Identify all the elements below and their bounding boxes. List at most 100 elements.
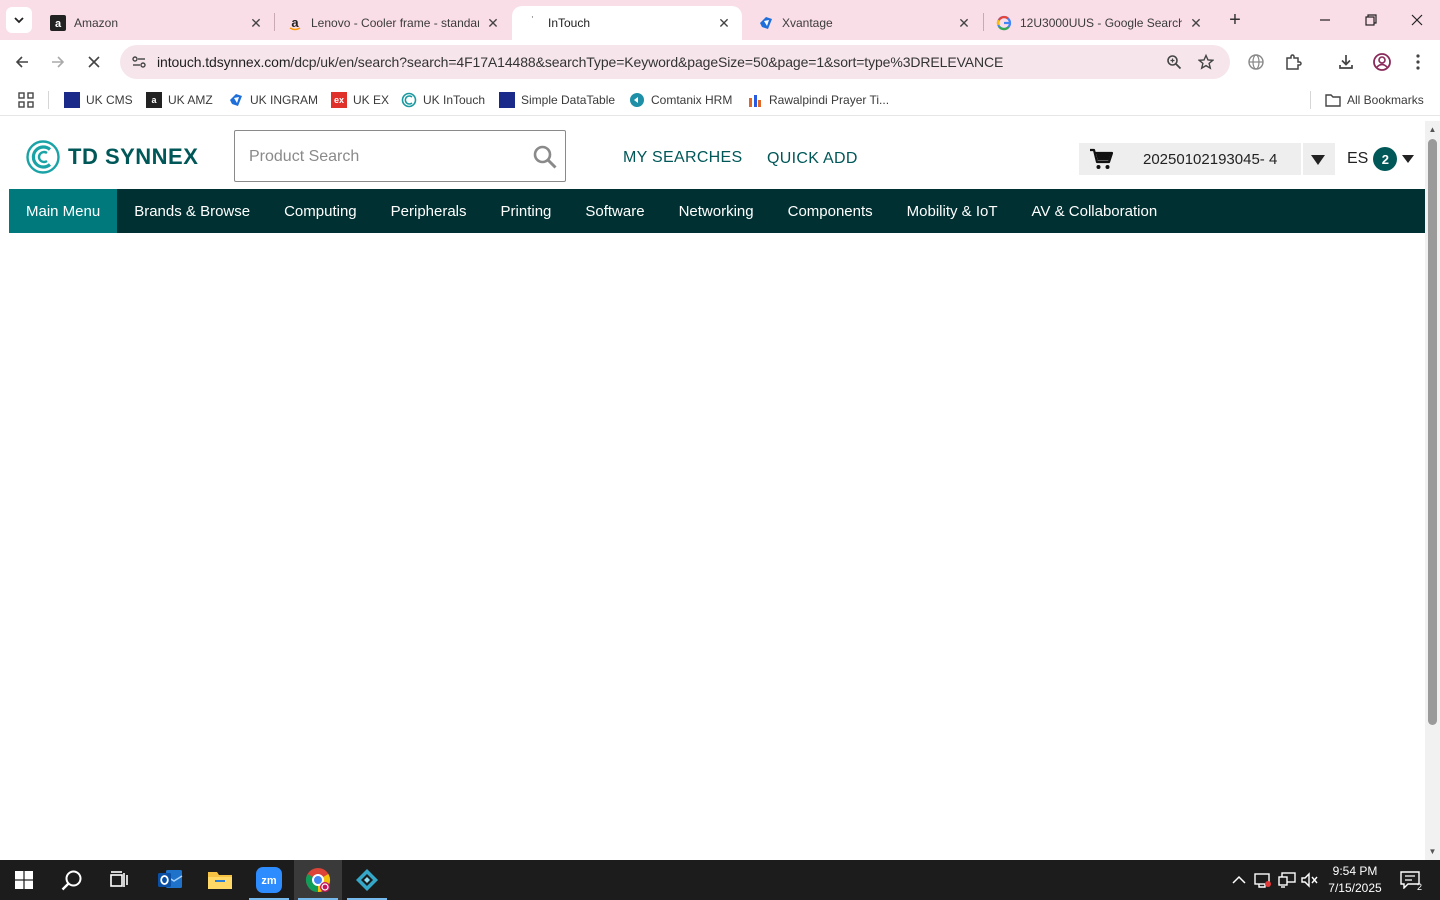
- bookmark-uk-ingram[interactable]: UK INGRAM: [228, 90, 318, 110]
- scrollbar-thumb[interactable]: [1428, 139, 1437, 725]
- google-icon: [996, 15, 1012, 31]
- close-icon[interactable]: ✕: [956, 15, 972, 31]
- chevron-up-icon[interactable]: [1229, 870, 1249, 890]
- nav-software[interactable]: Software: [568, 189, 661, 233]
- bookmark-label: Rawalpindi Prayer Ti...: [769, 93, 890, 107]
- search-button[interactable]: [531, 143, 559, 171]
- close-icon[interactable]: ✕: [485, 15, 501, 31]
- bookmark-uk-amz[interactable]: a UK AMZ: [146, 90, 213, 110]
- nav-av-collaboration[interactable]: AV & Collaboration: [1015, 189, 1175, 233]
- bookmark-rawalpindi-prayer[interactable]: Rawalpindi Prayer Ti...: [747, 90, 889, 110]
- bookmark-uk-intouch[interactable]: UK InTouch: [401, 90, 485, 110]
- close-window-button[interactable]: [1403, 6, 1431, 34]
- taskbar-outlook[interactable]: [146, 860, 194, 900]
- network-icon[interactable]: [1277, 870, 1297, 890]
- nav-peripherals[interactable]: Peripherals: [374, 189, 484, 233]
- quick-add-link[interactable]: QUICK ADD: [767, 150, 858, 168]
- scroll-down-arrow-icon[interactable]: ▼: [1428, 847, 1437, 856]
- nav-printing[interactable]: Printing: [484, 189, 569, 233]
- caret-down-icon[interactable]: [1309, 151, 1327, 169]
- task-view-button[interactable]: [96, 860, 144, 900]
- volume-muted-icon[interactable]: [1300, 870, 1320, 890]
- user-menu[interactable]: ES 2: [1347, 147, 1415, 171]
- close-icon[interactable]: ✕: [1188, 15, 1204, 31]
- nav-main-menu[interactable]: Main Menu: [9, 189, 118, 233]
- url-text: intouch.tdsynnex.com/dcp/uk/en/search?se…: [157, 54, 1003, 70]
- tab-google-search[interactable]: 12U3000UUS - Google Search ✕: [984, 6, 1214, 40]
- taskbar-chrome[interactable]: [294, 860, 342, 900]
- taskbar-file-explorer[interactable]: [196, 860, 244, 900]
- all-bookmarks-button[interactable]: All Bookmarks: [1325, 90, 1424, 110]
- main-navigation: Main Menu Brands & Browse Computing Peri…: [9, 189, 1425, 233]
- back-button[interactable]: [8, 48, 36, 76]
- nav-mobility-iot[interactable]: Mobility & IoT: [890, 189, 1015, 233]
- bookmark-uk-cms[interactable]: UK CMS: [64, 90, 133, 110]
- minimize-icon: [1320, 19, 1330, 21]
- cart-name: 20250102193045- 4: [1143, 151, 1278, 168]
- translate-icon[interactable]: [1244, 50, 1268, 74]
- user-initials: ES: [1347, 150, 1369, 167]
- close-icon: [1411, 14, 1423, 26]
- page-scrollbar[interactable]: ▲ ▼: [1425, 121, 1440, 860]
- nav-networking[interactable]: Networking: [662, 189, 771, 233]
- download-icon[interactable]: [1334, 50, 1358, 74]
- apps-grid-icon[interactable]: [16, 90, 36, 110]
- tab-intouch[interactable]: InTouch ✕: [512, 6, 742, 40]
- meeting-icon[interactable]: [1253, 870, 1273, 890]
- scroll-up-arrow-icon[interactable]: ▲: [1428, 125, 1437, 134]
- taskbar-app[interactable]: [343, 860, 391, 900]
- star-icon[interactable]: [1195, 51, 1217, 73]
- close-icon[interactable]: ✕: [716, 15, 732, 31]
- chrome-icon: [305, 868, 331, 892]
- zoom-icon[interactable]: [1163, 51, 1185, 73]
- menu-kebab-icon[interactable]: [1406, 50, 1430, 74]
- forward-button[interactable]: [44, 48, 72, 76]
- cart-divider: [1301, 143, 1303, 175]
- site-info-icon[interactable]: [128, 51, 150, 73]
- bookmark-simple-datatable[interactable]: Simple DataTable: [499, 90, 615, 110]
- search-icon: [533, 145, 557, 169]
- url-host: intouch.tdsynnex.com: [157, 54, 291, 70]
- cart-selector[interactable]: 20250102193045- 4: [1079, 143, 1335, 175]
- restore-button[interactable]: [1357, 6, 1385, 34]
- svg-text:a: a: [291, 15, 299, 30]
- tab-amazon[interactable]: a Amazon ✕: [38, 6, 274, 40]
- svg-text:zm: zm: [261, 875, 277, 887]
- loading-icon: [524, 15, 540, 31]
- start-button[interactable]: [0, 860, 48, 900]
- td-synnex-logo-icon: [26, 140, 60, 174]
- taskbar-zoom[interactable]: zm: [245, 860, 293, 900]
- notification-center-button[interactable]: 2: [1396, 868, 1424, 892]
- new-tab-button[interactable]: +: [1224, 9, 1246, 31]
- amazon-icon: a: [50, 15, 66, 31]
- bookmark-label: UK CMS: [86, 93, 133, 107]
- address-bar[interactable]: intouch.tdsynnex.com/dcp/uk/en/search?se…: [120, 45, 1230, 79]
- tab-title: Amazon: [74, 16, 119, 30]
- tab-xvantage[interactable]: Xvantage ✕: [746, 6, 982, 40]
- close-icon[interactable]: ✕: [248, 15, 264, 31]
- profile-icon[interactable]: [1370, 50, 1394, 74]
- bookmark-uk-ex[interactable]: ex UK EX: [331, 90, 389, 110]
- stop-loading-button[interactable]: [80, 48, 108, 76]
- minimize-button[interactable]: [1311, 6, 1339, 34]
- my-searches-link[interactable]: MY SEARCHES: [623, 149, 742, 167]
- extensions-icon[interactable]: [1281, 50, 1305, 74]
- zoom-app-icon: zm: [256, 867, 282, 893]
- tab-title: 12U3000UUS - Google Search: [1020, 16, 1182, 30]
- taskbar-search-button[interactable]: [48, 860, 96, 900]
- nav-brands-browse[interactable]: Brands & Browse: [117, 189, 267, 233]
- tab-search-button[interactable]: [6, 7, 32, 33]
- tab-lenovo[interactable]: a Lenovo - Cooler frame - standard ✕: [275, 6, 511, 40]
- bookmark-favicon-icon: [64, 92, 80, 108]
- system-clock[interactable]: 9:54 PM 7/15/2025: [1322, 863, 1388, 897]
- td-synnex-logo[interactable]: TD SYNNEX: [26, 140, 198, 174]
- restore-icon: [1365, 14, 1377, 26]
- nav-components[interactable]: Components: [771, 189, 890, 233]
- bookmark-comtanix-hrm[interactable]: Comtanix HRM: [629, 90, 732, 110]
- folder-icon: [208, 872, 232, 889]
- comtanix-icon: [629, 92, 645, 108]
- svg-text:a: a: [55, 18, 62, 30]
- nav-computing[interactable]: Computing: [267, 189, 374, 233]
- product-search-input[interactable]: [249, 145, 529, 169]
- windows-taskbar: zm 9:54 PM 7/15/2025 2: [0, 860, 1440, 900]
